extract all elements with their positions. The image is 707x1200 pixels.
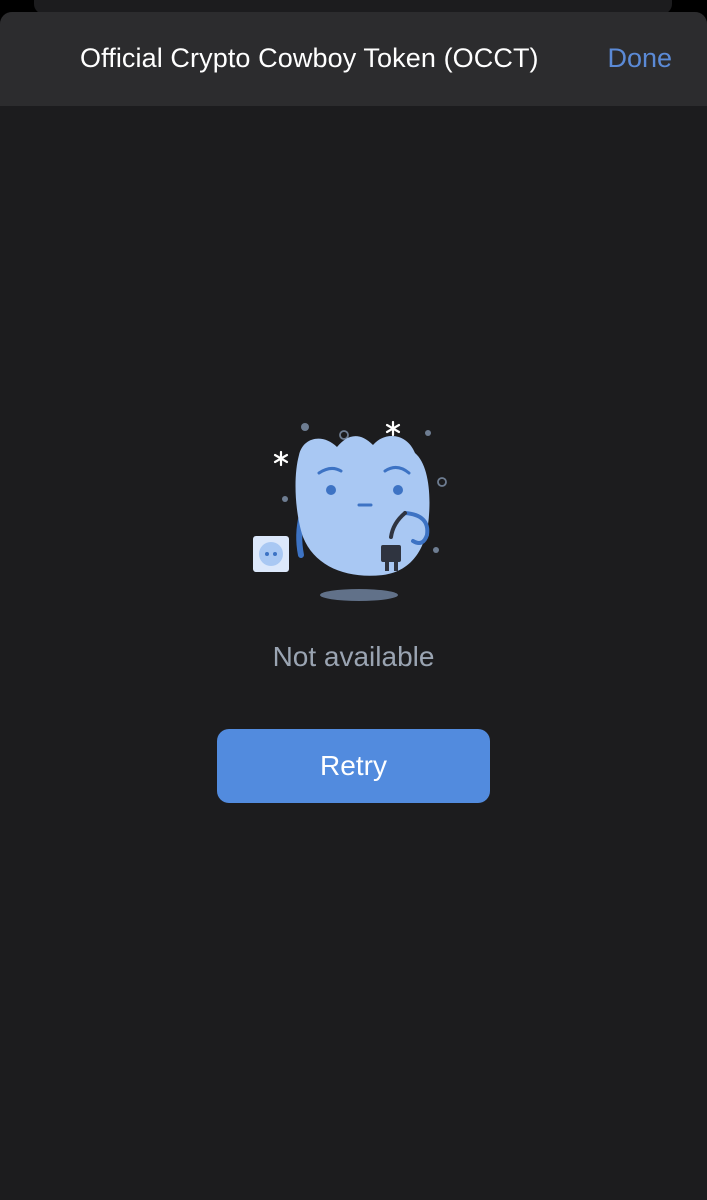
- modal-sheet: Official Crypto Cowboy Token (OCCT) Done: [0, 12, 707, 1200]
- unplugged-ghost-icon: [253, 420, 447, 601]
- navigation-bar: Official Crypto Cowboy Token (OCCT) Done: [0, 12, 707, 106]
- status-message: Not available: [272, 641, 435, 672]
- retry-button[interactable]: Retry: [217, 729, 490, 803]
- done-button[interactable]: Done: [607, 43, 672, 74]
- page-title: Official Crypto Cowboy Token (OCCT): [80, 43, 539, 73]
